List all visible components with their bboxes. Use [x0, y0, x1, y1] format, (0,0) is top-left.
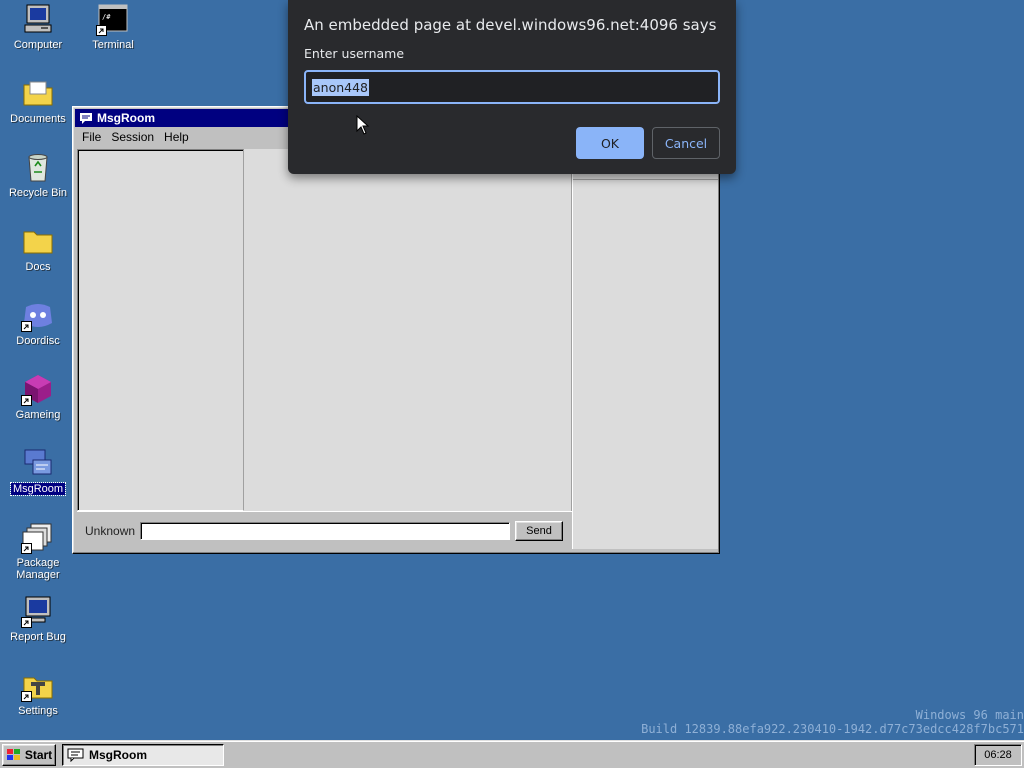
shortcut-arrow-icon: [21, 543, 32, 554]
clock-time: 06:28: [984, 749, 1012, 761]
desktop-icon-computer[interactable]: Computer: [2, 2, 74, 51]
chat-bubble-icon: [67, 748, 85, 763]
user-list-pane[interactable]: [572, 149, 718, 549]
username-input[interactable]: anon448: [304, 70, 720, 104]
start-logo-icon: [6, 748, 22, 762]
menu-help[interactable]: Help: [159, 130, 194, 144]
desktop-icon-terminal[interactable]: /# Terminal: [77, 2, 149, 51]
msgroom-icon: [21, 446, 55, 480]
watermark-line-1: Windows 96 main: [915, 708, 1024, 722]
desktop-icon-label: Gameing: [15, 409, 61, 421]
prompt-title: An embedded page at devel.windows96.net:…: [304, 16, 717, 34]
username-value: anon448: [312, 78, 370, 96]
desktop-icon-label: Report Bug: [10, 631, 66, 643]
svg-text:/#: /#: [102, 13, 111, 21]
send-button[interactable]: Send: [515, 520, 564, 541]
shortcut-arrow-icon: [21, 617, 32, 628]
desktop-icon-settings[interactable]: Settings: [2, 668, 74, 717]
doordisc-icon: [21, 298, 55, 332]
desktop-icon-label: Docs: [25, 261, 51, 273]
window-body: Unknown Send: [77, 149, 718, 549]
start-button[interactable]: Start: [2, 744, 56, 766]
desktop-icon-label: Doordisc: [16, 335, 60, 347]
desktop-icon-msgroom[interactable]: MsgRoom: [2, 446, 74, 496]
desktop-icon-gameing[interactable]: Gameing: [2, 372, 74, 421]
desktop-icon-label: Computer: [13, 39, 63, 51]
taskbar: Start MsgRoom 06:28: [0, 740, 1024, 768]
desktop-icon-package-manager[interactable]: Package Manager: [2, 520, 74, 581]
ok-button[interactable]: OK: [576, 127, 644, 159]
build-watermark: Windows 96 main Build 12839.88efa922.230…: [641, 708, 1024, 736]
settings-icon: [21, 668, 55, 702]
shortcut-arrow-icon: [96, 25, 107, 36]
message-input[interactable]: [140, 521, 511, 540]
monitor-bug-icon: [21, 594, 55, 628]
taskbar-item-label: MsgRoom: [89, 748, 147, 762]
desktop-icon-label: Package Manager: [16, 557, 60, 581]
system-tray-clock[interactable]: 06:28: [974, 744, 1022, 766]
shortcut-arrow-icon: [21, 321, 32, 332]
folder-icon: [21, 76, 55, 110]
menu-session[interactable]: Session: [106, 130, 159, 144]
cube-icon: [21, 372, 55, 406]
menu-file[interactable]: File: [77, 130, 106, 144]
desktop-icon-report-bug[interactable]: Report Bug: [2, 594, 74, 643]
desktop-icon-label: Settings: [18, 705, 58, 717]
desktop-icon-label: MsgRoom: [9, 482, 67, 496]
computer-icon: [21, 2, 55, 36]
desktop-icon-label: Recycle Bin: [8, 187, 68, 199]
taskbar-item-msgroom[interactable]: MsgRoom: [62, 744, 224, 766]
terminal-icon: /#: [96, 2, 130, 36]
prompt-message: Enter username: [304, 46, 405, 61]
compose-row: Unknown Send: [77, 511, 572, 549]
mouse-pointer-icon: [356, 114, 370, 135]
nickname-label: Unknown: [85, 523, 136, 538]
desktop-icon-docs[interactable]: Docs: [2, 224, 74, 273]
recycle-bin-icon: [21, 150, 55, 184]
shortcut-arrow-icon: [21, 395, 32, 406]
window-title: MsgRoom: [97, 111, 155, 125]
desktop-icon-recycle-bin[interactable]: Recycle Bin: [2, 150, 74, 199]
shortcut-arrow-icon: [21, 691, 32, 702]
message-pane[interactable]: [244, 149, 572, 511]
cancel-button[interactable]: Cancel: [652, 127, 720, 159]
start-label: Start: [24, 748, 53, 762]
folder-icon: [21, 224, 55, 258]
desktop-icon-label: Documents: [10, 113, 66, 125]
desktop-icon-documents[interactable]: Documents: [2, 76, 74, 125]
username-prompt-dialog: An embedded page at devel.windows96.net:…: [288, 0, 736, 174]
channel-list-pane[interactable]: [77, 149, 244, 511]
watermark-line-2: Build 12839.88efa922.230410-1942.d77c73e…: [641, 722, 1024, 736]
desktop-icon-doordisc[interactable]: Doordisc: [2, 298, 74, 347]
chat-bubble-icon: [79, 112, 93, 124]
package-icon: [21, 520, 55, 554]
desktop-icon-label: Terminal: [92, 39, 134, 51]
